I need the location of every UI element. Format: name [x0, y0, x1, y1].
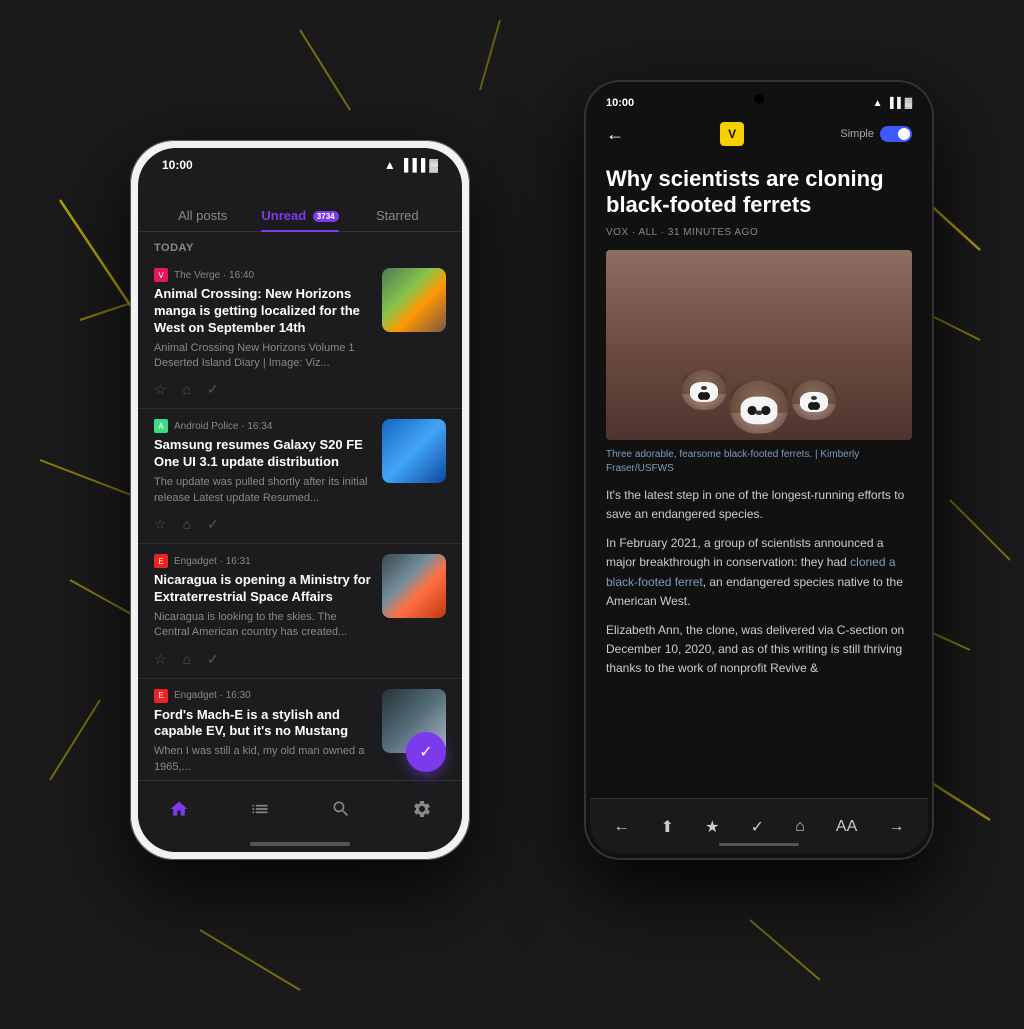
- engadget-excerpt-1: Nicaragua is looking to the skies. The C…: [154, 610, 372, 641]
- article-body-1: It's the latest step in one of the longe…: [606, 486, 912, 524]
- bookmark-icon[interactable]: ★: [705, 817, 719, 837]
- android-title: Samsung resumes Galaxy S20 FE One UI 3.1…: [154, 437, 372, 471]
- iphone-notch: [235, 148, 365, 176]
- wifi-icon: ▲: [384, 158, 396, 172]
- feed-item-engadget1[interactable]: E Engadget · 16:31 Nicaragua is opening …: [138, 544, 462, 679]
- android-device: 10:00 ▲ ▐▐ ▓ ← V Simple Why scientists a…: [584, 80, 934, 860]
- feed-list: TODAY V The Verge · 16:40 Animal Crossin…: [138, 232, 462, 786]
- iphone-content: All posts Unread 3734 Starred TODAY: [138, 192, 462, 852]
- android-excerpt: The update was pulled shortly after its …: [154, 475, 372, 506]
- bottom-back-icon[interactable]: ←: [614, 818, 630, 836]
- battery-icon: ▓: [429, 158, 438, 172]
- engadget-icon-2: E: [154, 689, 168, 703]
- section-today: TODAY: [138, 232, 462, 258]
- tag-icon[interactable]: ⌂: [795, 818, 805, 836]
- iphone-device: 10:00 ▲ ▐▐▐ ▓ All posts Unread 3734 Star…: [130, 140, 470, 860]
- verge-icon: V: [154, 268, 168, 282]
- iphone-time: 10:00: [162, 158, 193, 172]
- engadget-title-1: Nicaragua is opening a Ministry for Extr…: [154, 572, 372, 606]
- signal-icon: ▐▐▐: [400, 158, 426, 172]
- android-camera: [754, 94, 764, 104]
- tabs-bar: All posts Unread 3734 Starred: [138, 192, 462, 232]
- article-body-3: Elizabeth Ann, the clone, was delivered …: [606, 621, 912, 679]
- engadget-title-2: Ford's Mach-E is a stylish and capable E…: [154, 707, 372, 741]
- android-header: ← V Simple: [590, 114, 928, 154]
- article-title: Why scientists are cloning black-footed …: [606, 166, 912, 219]
- nav-indicator: [719, 843, 799, 846]
- toggle-switch[interactable]: [880, 126, 912, 142]
- verge-excerpt: Animal Crossing New Horizons Volume 1 De…: [154, 341, 372, 372]
- simple-label: Simple: [840, 128, 874, 140]
- check-action-3[interactable]: ✓: [207, 651, 219, 668]
- nav-settings[interactable]: [412, 799, 432, 819]
- android-thumb: [382, 419, 446, 483]
- feed-item-engadget2[interactable]: E Engadget · 16:30 Ford's Mach-E is a st…: [138, 679, 462, 787]
- tab-unread[interactable]: Unread 3734: [251, 200, 348, 231]
- tab-all-posts[interactable]: All posts: [154, 200, 251, 231]
- nav-list[interactable]: [250, 799, 270, 819]
- home-indicator: [250, 842, 350, 846]
- engadget-source-2: Engadget · 16:30: [174, 690, 251, 701]
- android-status-icons: ▲ ▐▐ ▓: [873, 98, 912, 109]
- star-action-1[interactable]: ☆: [154, 381, 167, 398]
- check-action-1[interactable]: ✓: [207, 381, 219, 398]
- android-icon: A: [154, 419, 168, 433]
- vox-logo: V: [720, 122, 744, 146]
- share-icon[interactable]: ⬆: [661, 817, 674, 837]
- article-caption: Three adorable, fearsome black-footed fe…: [606, 448, 912, 476]
- android-screen: 10:00 ▲ ▐▐ ▓ ← V Simple Why scientists a…: [590, 86, 928, 854]
- verge-source: The Verge · 16:40: [174, 270, 254, 281]
- back-button[interactable]: ←: [606, 124, 624, 145]
- bottom-forward-icon[interactable]: →: [888, 818, 904, 836]
- star-action-2[interactable]: ☆: [154, 516, 167, 533]
- tab-starred[interactable]: Starred: [349, 200, 446, 231]
- article-meta: VOX · ALL · 31 MINUTES AGO: [606, 227, 912, 238]
- feed-item-android[interactable]: A Android Police · 16:34 Samsung resumes…: [138, 409, 462, 544]
- font-size-icon[interactable]: AA: [836, 818, 857, 836]
- iphone-status-icons: ▲ ▐▐▐ ▓: [384, 158, 438, 172]
- engadget-excerpt-2: When I was still a kid, my old man owned…: [154, 744, 372, 775]
- fab-check[interactable]: ✓: [406, 732, 446, 772]
- nav-search[interactable]: [331, 799, 351, 819]
- tag-action-3[interactable]: ⌂: [183, 651, 191, 668]
- iphone-screen: 10:00 ▲ ▐▐▐ ▓ All posts Unread 3734 Star…: [138, 148, 462, 852]
- verge-title: Animal Crossing: New Horizons manga is g…: [154, 286, 372, 337]
- feed-item-verge[interactable]: V The Verge · 16:40 Animal Crossing: New…: [138, 258, 462, 409]
- android-bottom-bar: ← ⬆ ★ ✓ ⌂ AA →: [590, 798, 928, 854]
- article-content: Why scientists are cloning black-footed …: [590, 154, 928, 700]
- engadget-source-1: Engadget · 16:31: [174, 556, 251, 567]
- verge-thumb: [382, 268, 446, 332]
- android-source: Android Police · 16:34: [174, 421, 272, 432]
- bottom-navigation: [138, 780, 462, 852]
- android-battery-icon: ▓: [905, 98, 912, 109]
- nav-home[interactable]: [169, 799, 189, 819]
- engadget-thumb-1: [382, 554, 446, 618]
- unread-badge: 3734: [313, 211, 339, 222]
- article-link[interactable]: cloned a black-footed ferret: [606, 555, 896, 588]
- check-icon[interactable]: ✓: [751, 817, 764, 837]
- star-action-3[interactable]: ☆: [154, 651, 167, 668]
- android-time: 10:00: [606, 97, 634, 109]
- check-action-2[interactable]: ✓: [207, 516, 219, 533]
- engadget-icon-1: E: [154, 554, 168, 568]
- article-hero-image: [606, 250, 912, 440]
- simple-toggle[interactable]: Simple: [840, 126, 912, 142]
- tag-action-1[interactable]: ⌂: [183, 381, 191, 398]
- tag-action-2[interactable]: ⌂: [183, 516, 191, 533]
- android-signal-icon: ▐▐: [887, 98, 901, 109]
- article-body-2: In February 2021, a group of scientists …: [606, 534, 912, 611]
- android-wifi-icon: ▲: [873, 98, 883, 109]
